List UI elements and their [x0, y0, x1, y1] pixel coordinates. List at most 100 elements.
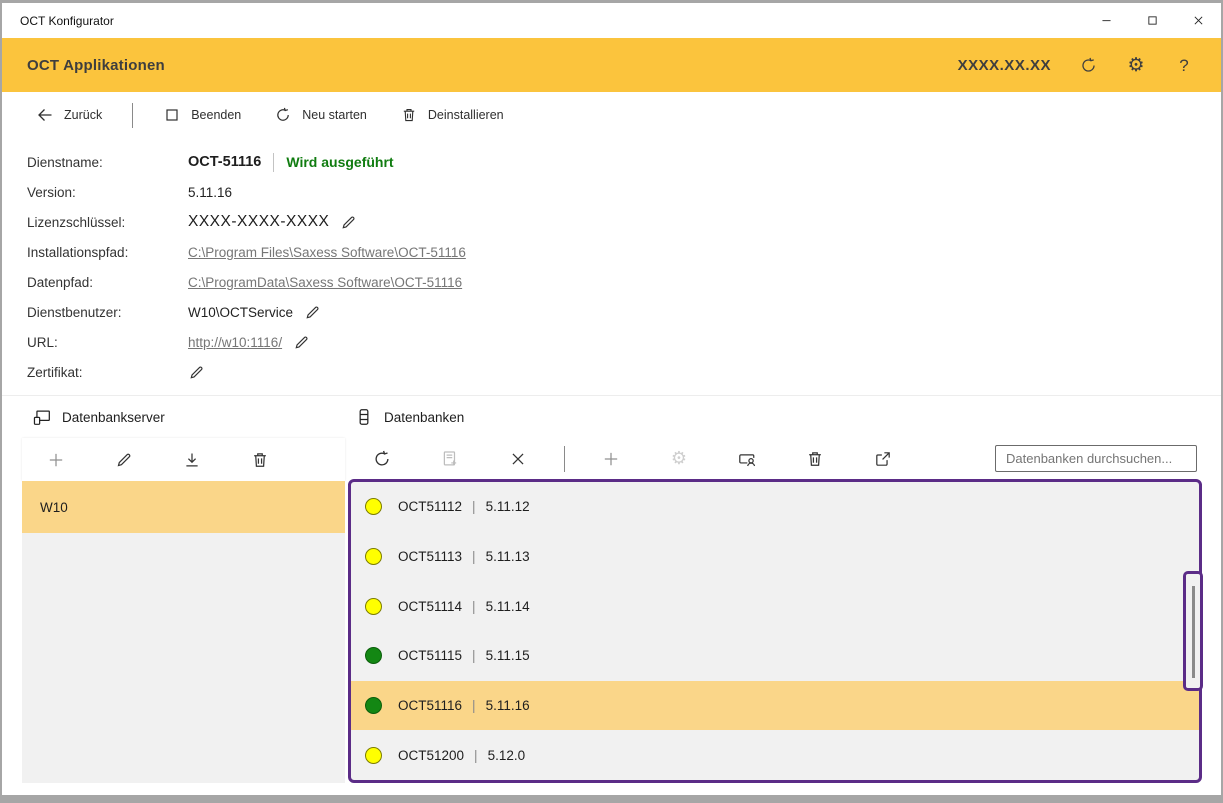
status-dot-icon	[365, 498, 382, 515]
database-list-scrollbar[interactable]	[1183, 571, 1203, 691]
service-url-link[interactable]: http://w10:1116/	[188, 335, 282, 350]
permissions-button[interactable]	[713, 438, 781, 479]
trash-icon	[806, 450, 824, 468]
database-list-item[interactable]: OCT51115 | 5.11.15	[351, 631, 1199, 681]
database-name: OCT51116	[398, 698, 462, 713]
app-window: OCT Konfigurator OCT Applikationen XXXX.…	[0, 0, 1223, 803]
database-toolbar: ⚙	[348, 438, 1202, 479]
database-version: 5.12.0	[488, 748, 526, 763]
add-database-button[interactable]	[577, 438, 645, 479]
edit-license-button[interactable]	[340, 214, 357, 231]
data-path-link[interactable]: C:\ProgramData\Saxess Software\OCT-51116	[188, 275, 462, 290]
separator: |	[472, 549, 476, 564]
service-name-value: OCT-51116	[188, 154, 261, 170]
database-icon	[355, 408, 373, 426]
service-details: Dienstname: OCT-51116 Wird ausgeführt Ve…	[2, 138, 1221, 395]
restart-icon	[275, 107, 291, 123]
delete-database-button[interactable]	[781, 438, 849, 479]
database-settings-button[interactable]: ⚙	[645, 438, 713, 479]
status-dot-icon	[365, 647, 382, 664]
share-icon	[874, 450, 892, 468]
uninstall-button[interactable]: Deinstallieren	[397, 101, 508, 129]
header-actions: XXXX.XX.XX ⚙ ?	[958, 54, 1195, 76]
status-dot-icon	[365, 697, 382, 714]
add-server-button[interactable]	[22, 438, 90, 481]
pencil-icon	[340, 214, 357, 231]
delete-server-button[interactable]	[226, 438, 294, 481]
back-button[interactable]: Zurück	[33, 101, 106, 129]
database-version: 5.11.13	[486, 549, 530, 564]
minimize-icon	[1100, 14, 1113, 27]
service-user-value: W10\OCTService	[188, 305, 293, 320]
database-version: 5.11.16	[486, 698, 530, 713]
certificate-row: Zertifikat:	[2, 357, 1221, 387]
back-arrow-icon	[37, 107, 53, 123]
toolbar-separator	[564, 446, 565, 472]
script-database-button[interactable]	[416, 438, 484, 479]
close-button[interactable]	[1175, 3, 1221, 38]
restart-service-button[interactable]: Neu starten	[271, 101, 371, 129]
database-list-item[interactable]: OCT51112 | 5.11.12	[351, 482, 1199, 532]
scrollbar-thumb[interactable]	[1192, 586, 1195, 678]
database-list-item[interactable]: OCT51116 | 5.11.16	[351, 681, 1199, 731]
refresh-button[interactable]	[1077, 54, 1099, 76]
app-header: OCT Applikationen XXXX.XX.XX ⚙ ?	[2, 38, 1221, 92]
status-dot-icon	[365, 747, 382, 764]
server-list-item[interactable]: W10	[22, 481, 345, 533]
edit-user-button[interactable]	[304, 304, 321, 321]
search-input[interactable]	[995, 445, 1197, 472]
window-title: OCT Konfigurator	[2, 14, 1083, 28]
edit-certificate-button[interactable]	[188, 364, 205, 381]
separator: |	[472, 599, 476, 614]
refresh-databases-button[interactable]	[348, 438, 416, 479]
panels-area: Datenbankserver Datenbanken	[2, 395, 1221, 782]
install-path-link[interactable]: C:\Program Files\Saxess Software\OCT-511…	[188, 245, 466, 260]
database-version: 5.11.15	[486, 648, 530, 663]
refresh-icon	[373, 450, 391, 468]
minimize-button[interactable]	[1083, 3, 1129, 38]
database-list-item[interactable]: OCT51114 | 5.11.14	[351, 581, 1199, 631]
separator: |	[474, 748, 478, 763]
stop-service-button[interactable]: Beenden	[160, 101, 245, 129]
service-status-badge: Wird ausgeführt	[286, 154, 393, 170]
settings-button[interactable]: ⚙	[1125, 54, 1147, 76]
license-row: Lizenzschlüssel: XXXX-XXXX-XXXX	[2, 207, 1221, 237]
pencil-icon	[115, 451, 133, 469]
database-panel-header: Datenbanken	[355, 396, 464, 438]
import-server-button[interactable]	[158, 438, 226, 481]
server-name: W10	[40, 500, 68, 515]
database-version: 5.11.12	[486, 499, 530, 514]
trash-icon	[251, 451, 269, 469]
version-value: 5.11.16	[188, 185, 1221, 200]
separator: |	[472, 648, 476, 663]
database-name: OCT51115	[398, 648, 462, 663]
server-toolbar	[22, 438, 345, 481]
close-icon	[1192, 14, 1205, 27]
gear-icon: ⚙	[1127, 56, 1144, 75]
gear-icon: ⚙	[671, 450, 687, 468]
download-icon	[183, 451, 201, 469]
share-database-button[interactable]	[849, 438, 917, 479]
document-add-icon	[441, 450, 459, 468]
server-list: W10	[22, 481, 345, 783]
database-list-item[interactable]: OCT51200 | 5.12.0	[351, 730, 1199, 780]
database-list-item[interactable]: OCT51113 | 5.11.13	[351, 532, 1199, 582]
service-name-row: Dienstname: OCT-51116 Wird ausgeführt	[2, 147, 1221, 177]
pencil-icon	[188, 364, 205, 381]
user-card-icon	[738, 450, 756, 468]
edit-url-button[interactable]	[293, 334, 310, 351]
value-separator	[273, 153, 274, 172]
edit-server-button[interactable]	[90, 438, 158, 481]
plus-icon	[602, 450, 620, 468]
database-version: 5.11.14	[486, 599, 530, 614]
version-badge: XXXX.XX.XX	[958, 57, 1051, 74]
cancel-button[interactable]	[484, 438, 552, 479]
devices-icon	[33, 408, 51, 426]
help-button[interactable]: ?	[1173, 54, 1195, 76]
url-row: URL: http://w10:1116/	[2, 327, 1221, 357]
maximize-button[interactable]	[1129, 3, 1175, 38]
titlebar: OCT Konfigurator	[2, 3, 1221, 38]
server-panel-header: Datenbankserver	[33, 396, 165, 438]
x-icon	[509, 450, 527, 468]
pencil-icon	[304, 304, 321, 321]
